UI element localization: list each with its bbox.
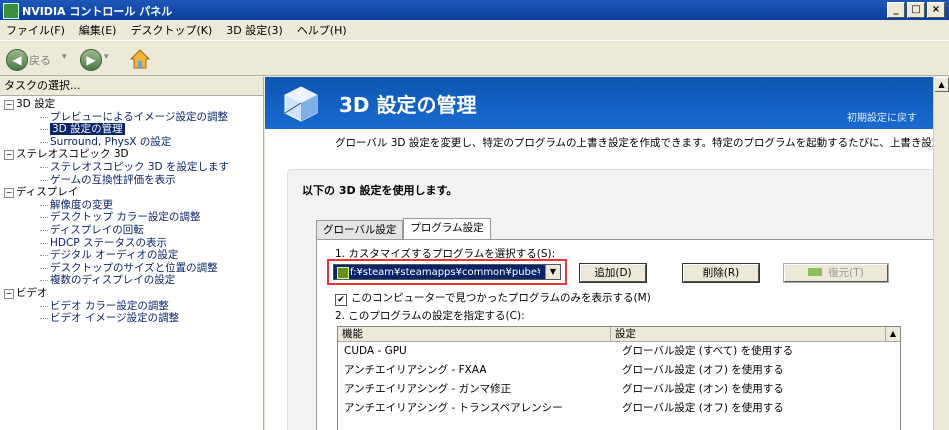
nvidia-app-icon — [3, 3, 19, 19]
table-row[interactable]: アンチエイリアシング - トランスペアレンシー グローバル設定 (オフ) を使用す… — [338, 399, 900, 418]
table-row[interactable]: アンチエイリアシング - ガンマ修正 グローバル設定 (オン) を使用する — [338, 380, 900, 399]
collapse-icon[interactable]: − — [4, 188, 14, 199]
tree-item-rotate[interactable]: ディスプレイの回転 — [0, 224, 263, 237]
collapse-icon[interactable]: − — [4, 150, 14, 161]
task-tree: −3D 設定 プレビューによるイメージ設定の調整 3D 設定の管理 Surrou… — [0, 96, 263, 325]
collapse-icon[interactable]: − — [4, 288, 14, 299]
dropdown-arrow-icon[interactable]: ▼ — [545, 265, 560, 279]
tree-item-multi-display[interactable]: 複数のディスプレイの設定 — [0, 274, 263, 287]
column-setting[interactable]: 設定 — [611, 327, 886, 341]
page-description: グローバル 3D 設定を変更し、特定のプログラムの上書き設定を作成できます。特定… — [335, 137, 933, 149]
tree-item-3d-settings[interactable]: −3D 設定 — [0, 98, 263, 111]
page-banner: 3D 設定の管理 初期設定に戻す — [265, 77, 933, 129]
content-scrollbar[interactable]: ▲ — [933, 77, 949, 430]
settings-panel: 以下の 3D 設定を使用します。 グローバル設定 プログラム設定 1. カスタマ… — [287, 169, 933, 430]
tree-item-stereo-setup[interactable]: ステレオスコピック 3D を設定します — [0, 161, 263, 174]
tree-item-surround-physx[interactable]: Surround, PhysX の設定 — [0, 136, 263, 149]
tab-program-settings[interactable]: プログラム設定 — [403, 218, 491, 239]
collapse-icon[interactable]: − — [4, 100, 14, 110]
tree-item-digital-audio[interactable]: デジタル オーディオの設定 — [0, 249, 263, 262]
tree-item-video[interactable]: − ビデオ — [0, 287, 263, 300]
program-icon — [337, 267, 349, 279]
content-pane: 3D 設定の管理 初期設定に戻す グローバル 3D 設定を変更し、特定のプログラ… — [265, 77, 933, 430]
back-dropdown-icon[interactable]: ▾ — [62, 52, 67, 62]
menu-help[interactable]: ヘルプ(H) — [297, 22, 347, 38]
restore-defaults-link[interactable]: 初期設定に戻す — [847, 109, 917, 124]
program-select-value: f:¥steam¥steamapps¥common¥pube¥t... — [350, 267, 540, 278]
tree-item-video-color[interactable]: ビデオ カラー設定の調整 — [0, 300, 263, 313]
tree-item-hdcp[interactable]: HDCP ステータスの表示 — [0, 237, 263, 250]
tree-item-game-compat[interactable]: ゲームの互換性評価を表示 — [0, 174, 263, 187]
restore-program-button[interactable]: 復元(T) — [783, 263, 889, 283]
back-label[interactable]: 戻る — [29, 52, 51, 68]
tree-item-preview-image[interactable]: プレビューによるイメージ設定の調整 — [0, 111, 263, 124]
tab-global-settings[interactable]: グローバル設定 — [316, 220, 404, 239]
tree-item-desktop-color[interactable]: デスクトップ カラー設定の調整 — [0, 211, 263, 224]
grid-header: 機能 設定 — [338, 327, 900, 342]
task-pane-header: タスクの選択... — [0, 77, 263, 96]
tree-item-stereoscopic[interactable]: − ステレオスコピック 3D — [0, 148, 263, 161]
checkbox-label: このコンピューターで見つかったプログラムのみを表示する(M) — [351, 292, 651, 304]
task-pane: タスクの選択... −3D 設定 プレビューによるイメージ設定の調整 3D 設定… — [0, 77, 264, 430]
table-row[interactable]: アンチエイリアシング - FXAA グローバル設定 (オフ) を使用する — [338, 361, 900, 380]
forward-dropdown-icon[interactable]: ▾ — [104, 52, 109, 62]
tree-item-manage-3d[interactable]: 3D 設定の管理 — [0, 123, 263, 136]
window-title: NVIDIA コントロール パネル — [22, 5, 173, 18]
tree-item-resolution[interactable]: 解像度の変更 — [0, 199, 263, 212]
tree-item-video-image[interactable]: ビデオ イメージ設定の調整 — [0, 312, 263, 325]
column-feature[interactable]: 機能 — [338, 327, 611, 341]
minimize-button[interactable]: _ — [887, 2, 905, 18]
table-row[interactable]: CUDA - GPU グローバル設定 (すべて) を使用する — [338, 342, 900, 361]
title-bar: NVIDIA コントロール パネル _ □ × — [0, 0, 949, 20]
close-button[interactable]: × — [927, 2, 945, 18]
back-arrow-icon[interactable]: ◀ — [6, 49, 28, 71]
3d-cube-icon — [284, 86, 318, 122]
menu-file[interactable]: ファイル(F) — [6, 22, 65, 38]
home-icon[interactable] — [129, 48, 151, 70]
nvidia-eye-icon — [808, 268, 823, 276]
menu-desktop[interactable]: デスクトップ(K) — [130, 22, 212, 38]
program-select[interactable]: f:¥steam¥steamapps¥common¥pube¥t... ▼ — [333, 264, 561, 280]
tree-item-desktop-size[interactable]: デスクトップのサイズと位置の調整 — [0, 262, 263, 275]
maximize-button[interactable]: □ — [907, 2, 925, 18]
show-found-programs-checkbox[interactable]: ✔ — [335, 294, 347, 306]
panel-title: 以下の 3D 設定を使用します。 — [302, 184, 458, 197]
specify-settings-label: 2. このプログラムの設定を指定する(C): — [335, 310, 525, 322]
toolbar: ◀ 戻る ▾ ▶ ▾ — [0, 40, 949, 76]
settings-grid: 機能 設定 ▲ CUDA - GPU グローバル設定 (すべて) を使用する アン… — [337, 326, 901, 430]
forward-arrow-icon[interactable]: ▶ — [80, 49, 102, 71]
scroll-up-icon[interactable]: ▲ — [934, 77, 949, 92]
tree-item-display[interactable]: − ディスプレイ — [0, 186, 263, 199]
menu-edit[interactable]: 編集(E) — [79, 22, 117, 38]
menu-3d-settings[interactable]: 3D 設定(3) — [226, 22, 283, 38]
page-title: 3D 設定の管理 — [339, 93, 477, 117]
add-program-button[interactable]: 追加(D) — [579, 263, 647, 283]
menu-bar: ファイル(F) 編集(E) デスクトップ(K) 3D 設定(3) ヘルプ(H) — [0, 20, 949, 40]
scroll-up-icon[interactable]: ▲ — [885, 327, 900, 341]
tab-body: 1. カスタマイズするプログラムを選択する(S): f:¥steam¥steam… — [316, 239, 933, 430]
settings-tabs: グローバル設定 プログラム設定 — [316, 218, 491, 241]
show-found-programs-row[interactable]: ✔ このコンピューターで見つかったプログラムのみを表示する(M) — [335, 290, 651, 306]
delete-program-button[interactable]: 削除(R) — [682, 263, 760, 283]
